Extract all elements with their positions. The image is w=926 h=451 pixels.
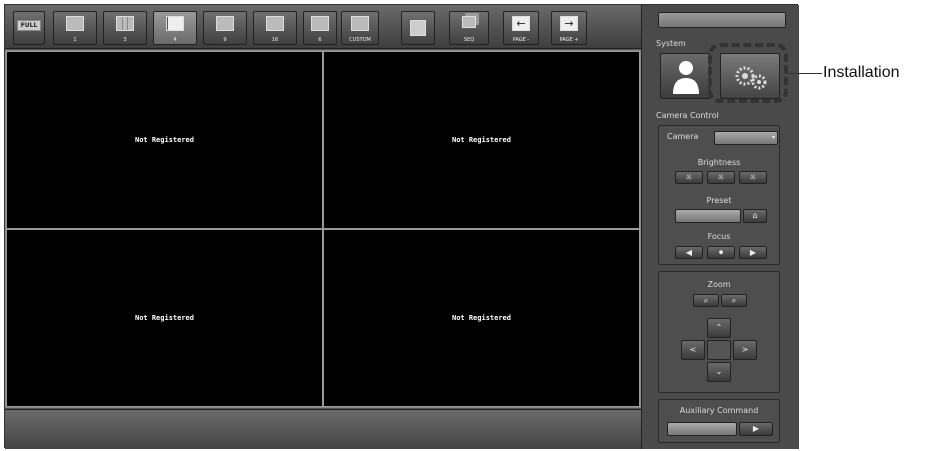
page-next-label: PAGE + [559, 37, 579, 43]
camera-label: Camera [667, 132, 699, 141]
focus-auto-icon: ● [718, 249, 724, 255]
zoom-panel: Zoom ⌕ ⌕ ⌃ < > ⌄ [658, 271, 780, 393]
layout-9-label: 9 [223, 37, 227, 43]
layout-1-label: 1 [73, 37, 77, 43]
chevron-right-icon: > [741, 345, 749, 354]
video-tile[interactable]: Not Registered [6, 229, 323, 407]
layout-1-icon [66, 16, 84, 31]
pan-left-button[interactable]: < [681, 340, 705, 360]
installation-callout-highlight [708, 43, 788, 103]
layout-16-button[interactable]: 16 [253, 11, 297, 45]
video-tile[interactable]: Not Registered [323, 51, 640, 229]
camera-panel: Camera ▾ Brightness ☼ ☼ ☼ Preset ⌂ Focus… [658, 125, 780, 265]
layout-1-button[interactable]: 1 [53, 11, 97, 45]
zoom-in-icon: ⌕ [703, 295, 709, 305]
focus-auto-button[interactable]: ● [707, 246, 735, 259]
layout-9-button[interactable]: 9 [203, 11, 247, 45]
page-prev-label: PAGE - [512, 37, 530, 43]
chevron-down-icon: ⌄ [715, 367, 723, 376]
video-tile[interactable]: Not Registered [323, 229, 640, 407]
layout-6-label: 6 [318, 37, 322, 43]
zoom-in-button[interactable]: ⌕ [693, 294, 719, 307]
layout-9-icon [216, 16, 234, 31]
pan-down-button[interactable]: ⌄ [707, 362, 731, 382]
focus-label: Focus [707, 232, 731, 241]
pan-right-button[interactable]: > [733, 340, 757, 360]
sun-small-icon: ☼ [685, 172, 693, 182]
full-screen-button[interactable]: FULL [13, 11, 45, 45]
video-tile[interactable]: Not Registered [6, 51, 323, 229]
home-button[interactable]: ⌂ [743, 209, 767, 223]
layout-custom-icon [351, 16, 369, 31]
sequence-button[interactable]: SEQ [449, 11, 489, 45]
layout-16-icon [266, 16, 284, 31]
brightness-reset-button[interactable]: ☼ [707, 171, 735, 184]
sun-large-icon: ☼ [749, 172, 757, 182]
video-grid: Not Registered Not Registered Not Regist… [5, 50, 641, 408]
bottom-bar [5, 409, 641, 449]
focus-far-icon: ▶ [749, 247, 757, 257]
camera-control-label: Camera Control [656, 111, 719, 120]
preset-label: Preset [706, 196, 732, 205]
brightness-label: Brightness [697, 158, 741, 167]
main-window: FULL 1 3 4 9 16 6 CUSTOM SEQ ← PAGE - → … [4, 4, 799, 449]
zoom-out-button[interactable]: ⌕ [721, 294, 747, 307]
layout-4-label: 4 [173, 37, 177, 43]
brightness-up-button[interactable]: ☼ [739, 171, 767, 184]
zoom-label: Zoom [707, 280, 731, 289]
focus-near-button[interactable]: ◀ [675, 246, 703, 259]
pan-up-button[interactable]: ⌃ [707, 318, 731, 338]
layout-16-label: 16 [271, 37, 279, 43]
auxiliary-send-button[interactable]: ▶ [739, 422, 773, 436]
user-button[interactable] [660, 53, 710, 99]
status-display [658, 12, 786, 28]
layout-custom-label: CUSTOM [349, 37, 371, 43]
full-screen-label: FULL [17, 20, 41, 31]
focus-far-button[interactable]: ▶ [739, 246, 767, 259]
layout-6-button[interactable]: 6 [303, 11, 337, 45]
sun-icon: ☼ [717, 172, 725, 182]
camera-info-icon [410, 20, 426, 36]
installation-callout-label: Installation [823, 64, 900, 81]
tile-status-text: Not Registered [451, 136, 511, 144]
toolbar: FULL 1 3 4 9 16 6 CUSTOM SEQ ← PAGE - → … [5, 5, 641, 49]
layout-4-button[interactable]: 4 [153, 11, 197, 45]
sequence-label: SEQ [463, 37, 475, 43]
chevron-up-icon: ⌃ [715, 323, 723, 332]
zoom-out-icon: ⌕ [731, 295, 737, 305]
home-icon: ⌂ [752, 211, 758, 220]
auxiliary-select[interactable] [667, 422, 737, 436]
camera-info-button[interactable] [401, 11, 435, 45]
tile-status-text: Not Registered [134, 314, 194, 322]
system-label: System [656, 39, 686, 48]
user-icon [673, 61, 699, 94]
layout-3-button[interactable]: 3 [103, 11, 147, 45]
auxiliary-panel: Auxiliary Command ▶ [658, 399, 780, 443]
layout-3-label: 3 [123, 37, 127, 43]
arrow-right-icon: → [560, 16, 578, 31]
sequence-icon [462, 16, 476, 28]
callout-leader-line [788, 73, 822, 74]
page-prev-button[interactable]: ← PAGE - [503, 11, 539, 45]
auxiliary-command-label: Auxiliary Command [679, 406, 759, 415]
preset-select[interactable] [675, 209, 741, 223]
tile-status-text: Not Registered [451, 314, 511, 322]
layout-3-icon [116, 16, 134, 31]
brightness-down-button[interactable]: ☼ [675, 171, 703, 184]
arrow-left-icon: ← [512, 16, 530, 31]
layout-6-icon [311, 16, 329, 31]
send-icon: ▶ [752, 424, 760, 433]
chevron-left-icon: < [689, 345, 697, 354]
chevron-down-icon: ▾ [771, 134, 775, 141]
page-next-button[interactable]: → PAGE + [551, 11, 587, 45]
tile-status-text: Not Registered [134, 136, 194, 144]
camera-select[interactable]: ▾ [714, 131, 778, 145]
pan-center [707, 340, 731, 360]
layout-4-icon [166, 16, 184, 31]
focus-near-icon: ◀ [685, 247, 693, 257]
layout-custom-button[interactable]: CUSTOM [341, 11, 379, 45]
